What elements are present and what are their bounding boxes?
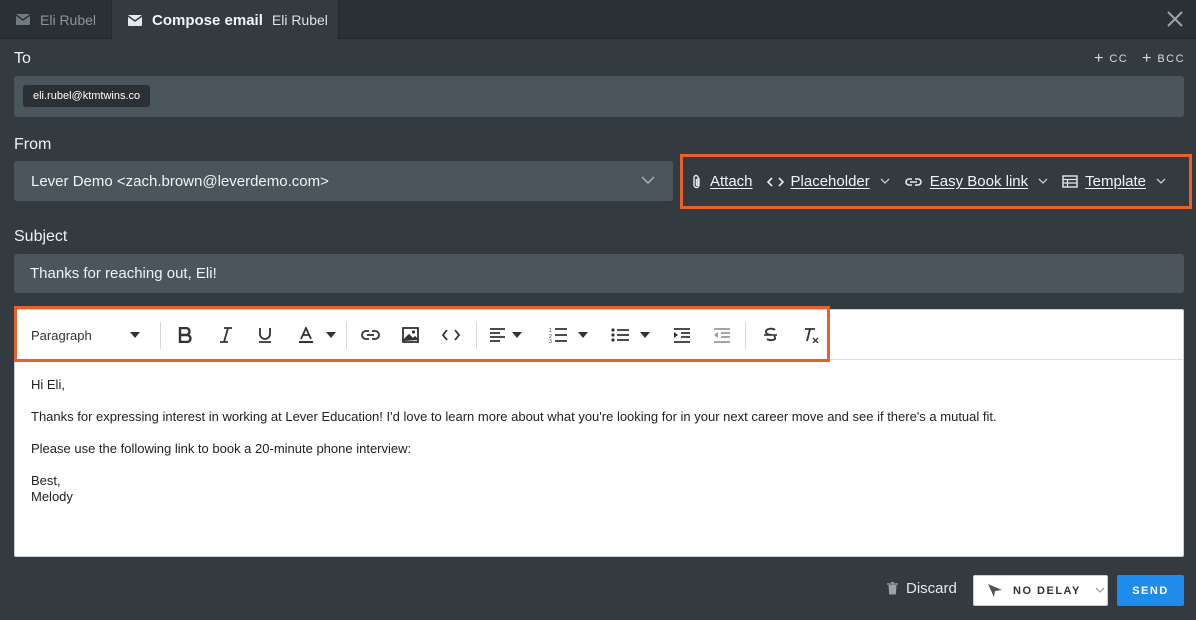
ordered-list-button[interactable]: 123 (549, 324, 588, 346)
paragraph-format-label: Paragraph (31, 327, 92, 343)
toolbar-separator (160, 322, 161, 349)
chevron-down-icon (880, 178, 890, 184)
text-color-button[interactable] (298, 324, 336, 346)
paragraph-format-select[interactable]: Paragraph (31, 324, 140, 346)
insert-image-button[interactable] (402, 324, 419, 346)
chevron-down-icon (1095, 587, 1105, 593)
tab-compose-email[interactable]: Compose email Eli Rubel (111, 0, 339, 40)
discard-label: Discard (906, 580, 957, 597)
italic-icon (220, 327, 232, 343)
add-bcc-button[interactable]: + BCC (1142, 50, 1185, 68)
clear-formatting-button[interactable] (803, 324, 819, 346)
toolbar-separator (346, 322, 347, 349)
align-button[interactable] (489, 324, 522, 346)
indent-button[interactable] (673, 324, 691, 346)
link-icon (361, 330, 380, 340)
toolbar-separator (476, 322, 477, 349)
recipient-chip[interactable]: eli.rubel@ktmtwins.co (23, 85, 151, 107)
link-icon (905, 177, 922, 186)
delay-select[interactable]: NO DELAY (973, 575, 1108, 606)
template-label: Template (1085, 173, 1147, 190)
tab-bar: Eli Rubel Compose email Eli Rubel (0, 0, 1196, 40)
image-icon (402, 327, 419, 343)
to-label: To (14, 50, 31, 67)
subject-label: Subject (14, 228, 68, 245)
underline-icon (259, 328, 271, 343)
bcc-label: BCC (1157, 53, 1186, 65)
send-button[interactable]: SEND (1117, 575, 1184, 606)
toolbar-separator (745, 322, 746, 349)
body-line-1: Thanks for expressing interest in workin… (31, 409, 997, 424)
insert-link-button[interactable] (361, 324, 380, 346)
body-closing: Best, (31, 473, 61, 488)
from-value: Lever Demo <zach.brown@leverdemo.com> (31, 172, 329, 190)
code-icon (442, 329, 460, 341)
close-icon[interactable] (1164, 8, 1186, 30)
bold-button[interactable] (177, 324, 193, 346)
delay-label: NO DELAY (1013, 584, 1081, 597)
svg-text:3: 3 (549, 339, 552, 343)
bold-icon (178, 327, 192, 343)
plus-icon: + (1142, 50, 1152, 67)
discard-button[interactable]: Discard (887, 580, 957, 597)
subject-input[interactable]: Thanks for reaching out, Eli! (14, 254, 1184, 293)
table-icon (1062, 175, 1078, 188)
strikethrough-button[interactable] (763, 324, 778, 346)
strikethrough-icon (764, 327, 777, 342)
chevron-down-icon (641, 176, 655, 185)
body-line-2: Please use the following link to book a … (31, 441, 412, 456)
text-color-icon (299, 327, 313, 343)
from-select[interactable]: Lever Demo <zach.brown@leverdemo.com> (14, 161, 673, 201)
code-icon (766, 176, 784, 187)
chevron-down-icon (1038, 178, 1048, 184)
bullet-list-icon (611, 328, 629, 342)
placeholder-button[interactable]: Placeholder (766, 173, 890, 190)
underline-button[interactable] (258, 324, 272, 346)
caret-down-icon (578, 332, 588, 338)
add-cc-button[interactable]: + CC (1094, 50, 1128, 68)
subject-value: Thanks for reaching out, Eli! (30, 265, 217, 282)
align-left-icon (490, 328, 505, 342)
tab-label: Eli Rubel (40, 11, 97, 28)
template-button[interactable]: Template (1062, 173, 1166, 190)
bullet-list-button[interactable] (611, 324, 650, 346)
tab-name: Eli Rubel (271, 12, 328, 28)
chevron-down-icon (1156, 178, 1166, 184)
outdent-icon (714, 327, 730, 343)
body-signature: Melody (31, 489, 73, 504)
caret-down-icon (326, 332, 336, 338)
indent-icon (674, 327, 690, 343)
send-plane-icon (988, 584, 1002, 597)
cc-label: CC (1109, 53, 1129, 65)
trash-icon (887, 582, 898, 595)
italic-button[interactable] (219, 324, 233, 346)
easy-book-link-button[interactable]: Easy Book link (904, 173, 1048, 190)
code-view-button[interactable] (442, 324, 460, 346)
email-actions: Attach Placeholder Easy Book link Templa… (680, 154, 1192, 209)
tab-eli-rubel[interactable]: Eli Rubel (0, 0, 111, 39)
caret-down-icon (512, 332, 522, 338)
mail-icon (16, 14, 30, 25)
plus-icon: + (1094, 50, 1104, 67)
caret-down-icon (640, 332, 650, 338)
clear-formatting-icon (805, 328, 819, 343)
mail-icon (128, 14, 142, 26)
placeholder-label: Placeholder (790, 173, 870, 190)
caret-down-icon (129, 332, 140, 338)
from-label: From (14, 136, 52, 153)
body-greeting: Hi Eli, (31, 377, 65, 392)
ordered-list-icon: 123 (549, 328, 567, 343)
tab-title: Compose email (152, 11, 263, 29)
easy-book-label: Easy Book link (929, 173, 1029, 190)
paperclip-icon (693, 174, 700, 188)
to-field[interactable]: eli.rubel@ktmtwins.co (14, 76, 1184, 117)
attach-label: Attach (710, 173, 753, 190)
attach-button[interactable]: Attach (691, 173, 753, 190)
outdent-button[interactable] (713, 324, 731, 346)
